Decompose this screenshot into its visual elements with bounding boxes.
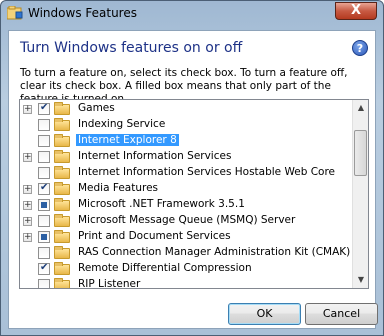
- scroll-thumb[interactable]: [354, 130, 367, 176]
- page-title: Turn Windows features on or off: [20, 40, 243, 56]
- expand-icon[interactable]: +: [23, 153, 32, 162]
- feature-label[interactable]: Microsoft .NET Framework 3.5.1: [76, 198, 247, 210]
- feature-row[interactable]: RAS Connection Manager Administration Ki…: [20, 245, 353, 261]
- feature-checkbox[interactable]: [38, 119, 50, 131]
- scroll-down-icon[interactable]: ▼: [353, 272, 368, 288]
- feature-label[interactable]: Remote Differential Compression: [76, 262, 254, 274]
- feature-label[interactable]: RIP Listener: [76, 278, 142, 288]
- dialog-content: Turn Windows features on or off ? To tur…: [8, 30, 378, 329]
- feature-label[interactable]: Indexing Service: [76, 118, 167, 130]
- folder-icon: [54, 214, 70, 227]
- feature-label[interactable]: Microsoft Message Queue (MSMQ) Server: [76, 214, 297, 226]
- feature-row[interactable]: RIP Listener: [20, 277, 353, 288]
- feature-checkbox[interactable]: [38, 135, 50, 147]
- feature-label[interactable]: Media Features: [76, 182, 160, 194]
- folder-icon: [54, 102, 70, 115]
- feature-label[interactable]: Internet Explorer 8: [76, 134, 179, 146]
- feature-row[interactable]: Indexing Service: [20, 117, 353, 133]
- windows-features-icon: [6, 5, 23, 20]
- feature-row[interactable]: Internet Information Services Hostable W…: [20, 165, 353, 181]
- feature-row[interactable]: + Internet Information Services: [20, 149, 353, 165]
- feature-checkbox[interactable]: [38, 231, 50, 243]
- folder-icon: [54, 118, 70, 131]
- feature-row[interactable]: Remote Differential Compression: [20, 261, 353, 277]
- feature-row[interactable]: + Microsoft Message Queue (MSMQ) Server: [20, 213, 353, 229]
- feature-checkbox[interactable]: [38, 151, 50, 163]
- folder-icon: [54, 262, 70, 275]
- expand-icon[interactable]: +: [23, 105, 32, 114]
- features-tree[interactable]: RIP Listener Remote Differential Compress…: [19, 99, 369, 289]
- folder-icon: [54, 278, 70, 288]
- feature-row[interactable]: + Microsoft .NET Framework 3.5.1: [20, 197, 353, 213]
- folder-icon: [54, 150, 70, 163]
- help-icon[interactable]: ?: [352, 40, 368, 56]
- feature-checkbox[interactable]: [38, 182, 50, 195]
- feature-row[interactable]: + Media Features: [20, 181, 353, 197]
- title-bar[interactable]: Windows Features X: [1, 1, 383, 25]
- vertical-scrollbar[interactable]: ▲ ▼: [352, 100, 368, 288]
- ok-button[interactable]: OK: [228, 303, 301, 325]
- folder-icon: [54, 134, 70, 147]
- windows-features-dialog: Windows Features X Turn Windows features…: [0, 0, 384, 336]
- feature-checkbox[interactable]: [38, 247, 50, 259]
- feature-checkbox[interactable]: [38, 262, 50, 275]
- feature-label[interactable]: Games: [76, 102, 117, 114]
- expand-icon[interactable]: +: [23, 201, 32, 210]
- feature-label[interactable]: Internet Information Services: [76, 150, 233, 162]
- feature-row[interactable]: + Games: [20, 101, 353, 117]
- feature-row[interactable]: Internet Explorer 8: [20, 133, 353, 149]
- folder-icon: [54, 230, 70, 243]
- feature-checkbox[interactable]: [38, 215, 50, 227]
- window-title: Windows Features: [28, 6, 137, 20]
- feature-checkbox[interactable]: [38, 279, 50, 288]
- folder-icon: [54, 198, 70, 211]
- feature-checkbox[interactable]: [38, 199, 50, 211]
- close-button[interactable]: X: [335, 2, 377, 20]
- feature-checkbox[interactable]: [38, 167, 50, 179]
- feature-label[interactable]: Print and Document Services: [76, 230, 233, 242]
- folder-icon: [54, 246, 70, 259]
- expand-icon[interactable]: +: [23, 217, 32, 226]
- scroll-up-icon[interactable]: ▲: [353, 100, 368, 116]
- expand-icon[interactable]: +: [23, 233, 32, 242]
- feature-label[interactable]: RAS Connection Manager Administration Ki…: [76, 246, 352, 258]
- folder-icon: [54, 182, 70, 195]
- feature-checkbox[interactable]: [38, 102, 50, 115]
- folder-icon: [54, 166, 70, 179]
- feature-row[interactable]: + Print and Document Services: [20, 229, 353, 245]
- expand-icon[interactable]: +: [23, 185, 32, 194]
- feature-label[interactable]: Internet Information Services Hostable W…: [76, 166, 337, 178]
- cancel-button[interactable]: Cancel: [305, 303, 378, 325]
